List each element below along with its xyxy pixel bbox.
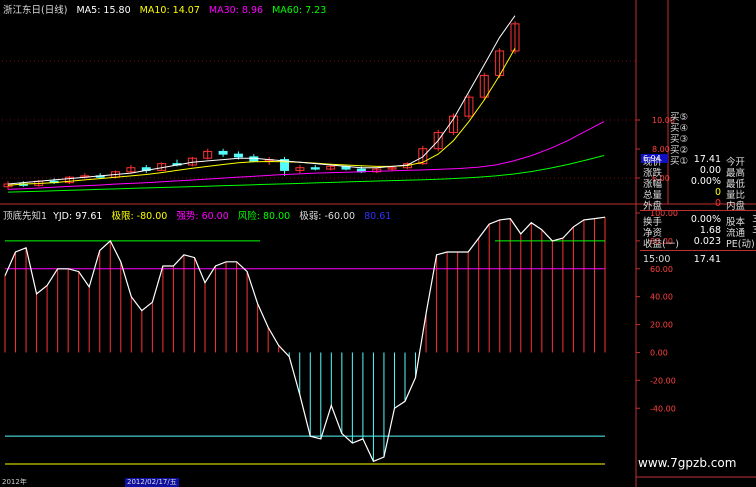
price-axis-label: 8.00 xyxy=(652,145,670,154)
price-chart-header: 浙江东日(日线) MA5: 15.80 MA10: 14.07 MA30: 8.… xyxy=(3,2,332,16)
panel-divider-line xyxy=(640,210,756,211)
fengxian-label: 风险: 80.00 xyxy=(237,211,291,222)
yjd-label: YJD: 97.61 xyxy=(53,211,103,222)
ma5-label: MA5: 15.80 xyxy=(76,5,131,16)
quote-value: 0.00% xyxy=(690,214,721,225)
quote-value: 1.68 xyxy=(699,225,721,236)
quote-value: 0.00% xyxy=(690,176,721,187)
jixian-label: 极限: -80.00 xyxy=(111,211,168,222)
indicator-axis-label: 40.00 xyxy=(650,293,673,302)
quote-value: 17.41 xyxy=(693,154,721,165)
ma30-label: MA30: 8.96 xyxy=(208,5,264,16)
qiangshi-label: 强势: 60.00 xyxy=(176,211,229,222)
quote-value: 0.00 xyxy=(699,165,721,176)
jiruo-label: 极弱: -60.00 xyxy=(299,211,356,222)
candle-body xyxy=(218,150,228,155)
indicator-axis-label: 20.00 xyxy=(650,321,673,330)
quote-label: 收益(一) xyxy=(643,239,679,250)
extra-label: 80.61 xyxy=(364,211,392,222)
indicator-name: 顶底先知1 xyxy=(3,211,48,222)
indicator-header: 顶底先知1 YJD: 97.61 极限: -80.00 强势: 60.00 风险… xyxy=(3,208,397,222)
indicator-axis-label: -20.00 xyxy=(650,376,676,385)
ma10-line xyxy=(7,48,516,186)
quote-value: 0 xyxy=(714,187,721,198)
watermark: www.7gpzb.com xyxy=(638,456,737,470)
candle-body xyxy=(233,153,243,158)
indicator-axis-label: 60.00 xyxy=(650,265,673,274)
date-cursor: 2012/02/17/五 xyxy=(125,478,179,487)
time-price: 17.41 xyxy=(693,254,721,265)
yjd-line xyxy=(4,216,606,463)
stock-title: 浙江东日(日线) xyxy=(3,5,68,16)
panel-divider-line xyxy=(640,250,756,251)
quote-extra-value: 3 xyxy=(752,225,756,236)
ma10-label: MA10: 14.07 xyxy=(139,5,200,16)
quote-label-right: PE(动) xyxy=(726,239,755,250)
indicator-axis-label: -40.00 xyxy=(650,404,676,413)
quote-extra-value: 3 xyxy=(752,214,756,225)
quote-value: 0 xyxy=(714,198,721,209)
date-left: 2012年 xyxy=(2,478,27,486)
indicator-axis-label: 0.00 xyxy=(650,348,668,357)
time-label: 15:00 xyxy=(643,254,671,265)
ma60-label: MA60: 7.23 xyxy=(272,5,327,16)
candle-body xyxy=(310,167,320,170)
quote-value: 0.023 xyxy=(693,236,721,247)
ma5-line xyxy=(7,15,516,185)
